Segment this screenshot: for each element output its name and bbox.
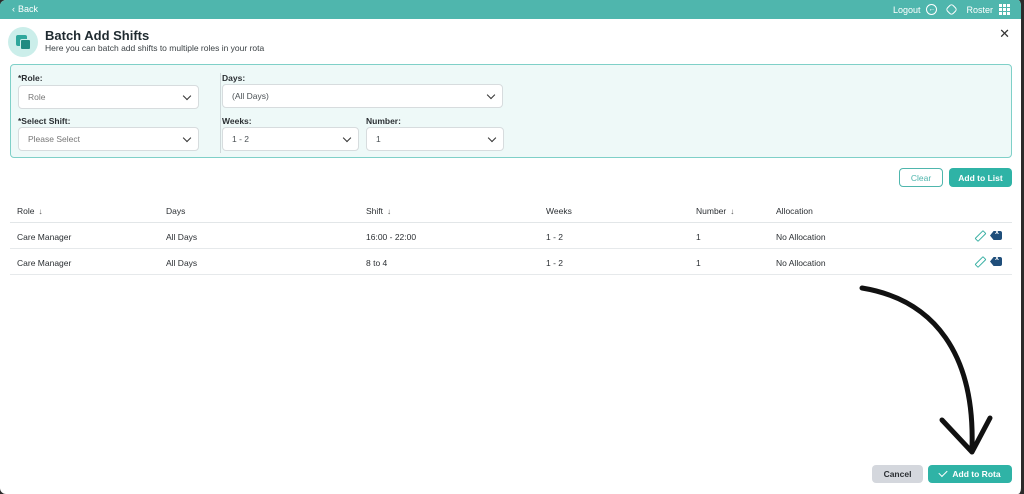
check-icon <box>938 467 949 478</box>
weeks-select-value: 1 - 2 <box>232 134 250 144</box>
batch-shifts-icon <box>8 27 38 57</box>
top-bar-actions: Logout ← Roster <box>893 2 1010 17</box>
batch-form-panel: *Role: Role *Select Shift: Please Select… <box>10 64 1012 158</box>
role-select-value: Role <box>28 92 46 102</box>
number-select[interactable]: 1 <box>366 127 504 151</box>
column-header-shift[interactable]: Shift ↓ <box>366 206 391 216</box>
clear-button[interactable]: Clear <box>899 168 943 187</box>
cell-days: All Days <box>166 258 198 268</box>
cell-weeks: 1 - 2 <box>546 232 564 242</box>
shift-select[interactable]: Please Select <box>18 127 199 151</box>
edit-pencil-icon[interactable] <box>975 257 984 266</box>
roster-link[interactable]: Roster <box>966 5 993 15</box>
sort-arrow-icon: ↓ <box>38 206 43 216</box>
chevron-down-icon <box>486 90 496 100</box>
cell-shift: 8 to 4 <box>366 258 388 268</box>
delete-backspace-icon[interactable] <box>990 257 1002 266</box>
cell-allocation: No Allocation <box>776 232 826 242</box>
days-label: Days: <box>222 73 246 83</box>
column-header-allocation: Allocation <box>776 206 813 216</box>
column-header-number[interactable]: Number ↓ <box>696 206 734 216</box>
batch-add-shifts-window: ‹ Back Logout ← Roster Batch Add Shifts … <box>0 0 1024 494</box>
add-to-rota-label: Add to Rota <box>952 469 1001 479</box>
column-header-weeks: Weeks <box>546 206 572 216</box>
days-select[interactable]: (All Days) <box>222 84 503 108</box>
weeks-select[interactable]: 1 - 2 <box>222 127 359 151</box>
delete-backspace-icon[interactable] <box>990 231 1002 240</box>
chevron-down-icon <box>342 133 352 143</box>
shifts-table-header: Role ↓ Days Shift ↓ Weeks Number ↓ Alloc… <box>10 199 1012 223</box>
cell-allocation: No Allocation <box>776 258 826 268</box>
sort-arrow-icon: ↓ <box>730 206 735 216</box>
column-header-label: Shift <box>366 206 384 216</box>
chevron-left-icon: ‹ <box>12 4 15 14</box>
cell-number: 1 <box>696 232 701 242</box>
role-label: *Role: <box>18 73 43 83</box>
role-select[interactable]: Role <box>18 85 199 109</box>
select-shift-label: *Select Shift: <box>18 116 71 126</box>
cell-weeks: 1 - 2 <box>546 258 564 268</box>
cell-days: All Days <box>166 232 198 242</box>
add-to-list-button[interactable]: Add to List <box>949 168 1012 187</box>
chevron-down-icon <box>182 133 192 143</box>
edit-pencil-icon[interactable] <box>975 231 984 240</box>
form-divider <box>220 73 221 153</box>
back-label: Back <box>18 4 39 14</box>
weeks-label: Weeks: <box>222 116 252 126</box>
days-select-value: (All Days) <box>232 91 269 101</box>
cell-role: Care Manager <box>17 232 72 242</box>
table-row: Care Manager All Days 8 to 4 1 - 2 1 No … <box>10 249 1012 275</box>
settings-icon[interactable] <box>945 3 959 16</box>
shift-select-value: Please Select <box>28 134 80 144</box>
page-subtitle: Here you can batch add shifts to multipl… <box>45 43 265 53</box>
cell-role: Care Manager <box>17 258 72 268</box>
column-header-label: Number <box>696 206 727 216</box>
column-header-label: Weeks <box>546 206 572 216</box>
table-row: Care Manager All Days 16:00 - 22:00 1 - … <box>10 223 1012 249</box>
close-icon[interactable]: ✕ <box>999 26 1010 42</box>
back-link[interactable]: ‹ Back <box>12 4 38 14</box>
logout-link[interactable]: Logout <box>893 5 921 15</box>
add-to-rota-button[interactable]: Add to Rota <box>928 465 1012 483</box>
number-label: Number: <box>366 116 401 126</box>
chevron-down-icon <box>487 133 497 143</box>
row-actions <box>975 257 1002 266</box>
column-header-days: Days <box>166 206 185 216</box>
cell-number: 1 <box>696 258 701 268</box>
row-actions <box>975 231 1002 240</box>
apps-grid-icon[interactable] <box>999 4 1010 15</box>
number-select-value: 1 <box>376 134 381 144</box>
column-header-label: Days <box>166 206 186 216</box>
chevron-down-icon <box>182 91 192 101</box>
sort-arrow-icon: ↓ <box>387 206 392 216</box>
cancel-button[interactable]: Cancel <box>872 465 923 483</box>
column-header-label: Allocation <box>776 206 813 216</box>
logout-icon[interactable]: ← <box>926 4 938 15</box>
cell-shift: 16:00 - 22:00 <box>366 232 417 242</box>
column-header-label: Role <box>17 206 35 216</box>
column-header-role[interactable]: Role ↓ <box>17 206 42 216</box>
page-title: Batch Add Shifts <box>45 28 150 43</box>
top-bar: ‹ Back Logout ← Roster <box>0 0 1021 19</box>
